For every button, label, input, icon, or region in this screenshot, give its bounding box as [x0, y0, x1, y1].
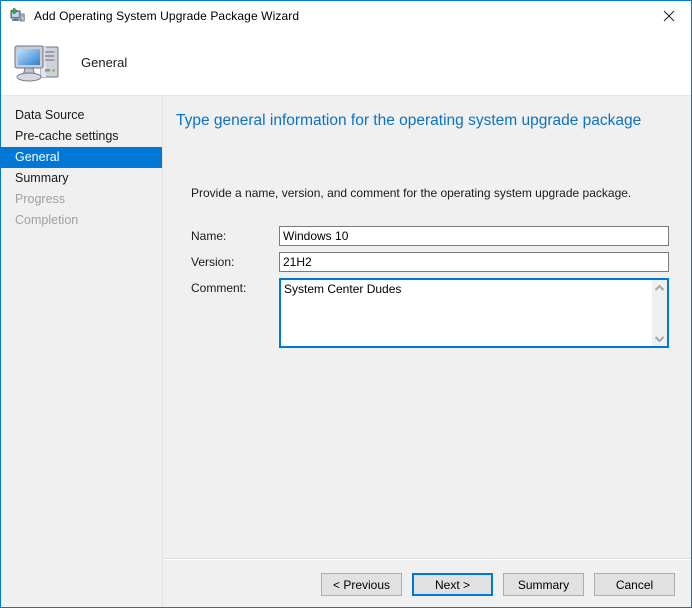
title-bar: Add Operating System Upgrade Package Wiz… — [1, 1, 691, 30]
chevron-up-icon[interactable] — [652, 280, 667, 295]
comment-field-row: Comment: — [191, 278, 669, 348]
wizard-footer: < Previous Next > Summary Cancel — [321, 573, 675, 596]
summary-button[interactable]: Summary — [503, 573, 584, 596]
computer-add-icon — [10, 7, 26, 24]
wizard-window: Add Operating System Upgrade Package Wiz… — [0, 0, 692, 608]
name-input[interactable] — [279, 226, 669, 246]
version-input[interactable] — [279, 252, 669, 272]
nav-item-general[interactable]: General — [1, 147, 162, 168]
version-label: Version: — [191, 255, 235, 269]
nav-item-completion: Completion — [15, 213, 79, 227]
nav-item-data-source[interactable]: Data Source — [1, 105, 162, 126]
general-form: Name: Version: Comment: — [191, 226, 669, 354]
footer-separator — [164, 558, 691, 560]
wizard-header: General — [1, 30, 691, 96]
close-button[interactable] — [646, 1, 691, 30]
close-icon — [663, 10, 674, 21]
comment-input-wrapper — [279, 278, 669, 348]
computer-icon — [11, 39, 63, 87]
comment-label: Comment: — [191, 281, 247, 295]
previous-button[interactable]: < Previous — [321, 573, 402, 596]
wizard-body: Data Source Pre-cache settings General S… — [1, 96, 691, 607]
wizard-step-nav: Data Source Pre-cache settings General S… — [1, 96, 163, 607]
header-title: General — [81, 55, 128, 70]
name-field-row: Name: — [191, 226, 669, 246]
window-title: Add Operating System Upgrade Package Wiz… — [34, 8, 300, 23]
chevron-down-icon[interactable] — [652, 331, 667, 346]
wizard-content: Type general information for the operati… — [164, 96, 691, 607]
nav-item-pre-cache-settings[interactable]: Pre-cache settings — [1, 126, 162, 147]
name-label: Name: — [191, 229, 227, 243]
comment-scrollbar[interactable] — [652, 280, 667, 346]
page-heading: Type general information for the operati… — [176, 112, 642, 129]
next-button[interactable]: Next > — [412, 573, 493, 596]
nav-item-progress: Progress — [15, 192, 66, 206]
nav-item-summary[interactable]: Summary — [1, 168, 162, 189]
comment-input[interactable] — [281, 280, 653, 346]
version-field-row: Version: — [191, 252, 669, 272]
cancel-button[interactable]: Cancel — [594, 573, 675, 596]
instruction-text: Provide a name, version, and comment for… — [191, 186, 632, 200]
